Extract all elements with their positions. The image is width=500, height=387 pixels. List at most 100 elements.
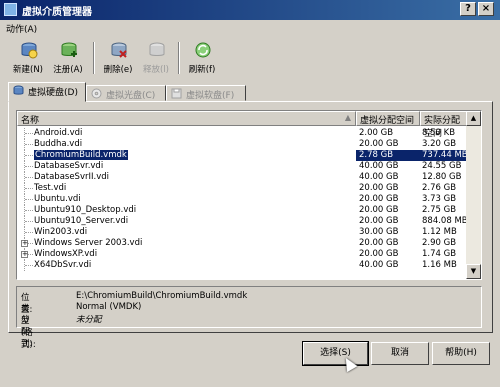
register-disk-icon — [61, 42, 77, 57]
cell-virtual-size: 30.00 GB — [359, 227, 399, 237]
cell-virtual-size: 20.00 GB — [359, 139, 399, 149]
cell-name-text: Windows Server 2003.vdi — [34, 238, 143, 248]
tree-line — [25, 144, 33, 145]
tree-line — [25, 177, 33, 178]
table-row[interactable]: Win2003.vdi 30.00 GB 1.12 MB — [17, 227, 481, 238]
cell-actual-size: 8.50 KB — [422, 128, 456, 138]
table-row[interactable]: DatabaseSvr.vdi 40.00 GB 24.55 GB — [17, 161, 481, 172]
hard-disk-list[interactable]: 名称 ▲ 虚拟分配空间 实际分配空间 Android.vdi 2.00 GB 8.5… — [16, 110, 482, 280]
cell-actual-size: 24.55 GB — [422, 161, 462, 171]
media-tabs: 虚拟硬盘(D) 虚拟光盘(C) 虚拟软盘(F) — [8, 82, 493, 102]
table-row[interactable]: Ubuntu910_Server.vdi 20.00 GB 884.08 MB — [17, 216, 481, 227]
table-row[interactable]: DatabaseSvrII.vdi 40.00 GB 12.80 GB — [17, 172, 481, 183]
cell-virtual-size: 20.00 GB — [359, 194, 399, 204]
app-icon — [4, 3, 17, 16]
cell-name: Ubuntu910_Server.vdi — [34, 216, 128, 227]
cell-name: X64DbSvr.vdi — [34, 260, 91, 271]
cell-name-text: Android.vdi — [34, 128, 83, 138]
tab-cd-label: 虚拟光盘(C) — [106, 91, 156, 101]
cell-virtual-size: 40.00 GB — [359, 172, 399, 182]
expand-icon[interactable]: + — [21, 240, 28, 247]
register-button[interactable]: 注册(A) — [48, 38, 88, 76]
cell-actual-size: 1.16 MB — [422, 260, 457, 270]
table-row[interactable]: + WindowsXP.vdi 20.00 GB 1.74 GB — [17, 249, 481, 260]
column-header-actual-size[interactable]: 实际分配空间 — [420, 111, 468, 139]
toolbar-separator — [178, 42, 180, 74]
cell-actual-size: 3.73 GB — [422, 194, 457, 204]
tree-line — [25, 210, 33, 211]
column-name-label: 名称 — [21, 116, 40, 126]
table-row[interactable]: Buddha.vdi 20.00 GB 3.20 GB — [17, 139, 481, 150]
cancel-button[interactable]: 取消 — [371, 342, 429, 365]
help-title-button[interactable]: ? — [460, 2, 476, 16]
column-header-name[interactable]: 名称 ▲ — [17, 111, 356, 126]
select-button[interactable]: 选择(S) — [302, 341, 369, 366]
new-label: 新建(N) — [13, 65, 43, 75]
tree-line — [25, 265, 33, 266]
cell-actual-size: 2.75 GB — [422, 205, 457, 215]
cell-actual-size: 2.90 GB — [422, 238, 457, 248]
cell-name-text: DatabaseSvr.vdi — [34, 161, 104, 171]
sort-ascending-icon: ▲ — [344, 113, 351, 122]
vertical-scrollbar[interactable]: ▲ ▼ — [466, 111, 481, 279]
cd-icon — [91, 88, 102, 99]
cell-actual-size: 1.12 MB — [422, 227, 457, 237]
toolbar: 新建(N) 注册(A) 删除(e) 释放(l) 刷新(f) — [0, 38, 500, 78]
cell-name: Buddha.vdi — [34, 139, 82, 150]
cell-actual-size: 737.44 MB — [420, 150, 468, 161]
disk-info-panel: 位置: E:\ChromiumBuild\ChromiumBuild.vmdk … — [16, 286, 482, 350]
column-header-virtual-size[interactable]: 虚拟分配空间 — [356, 111, 420, 126]
cell-virtual-size: 40.00 GB — [359, 161, 399, 171]
table-row[interactable]: Ubuntu910_Desktop.vdi 20.00 GB 2.75 GB — [17, 205, 481, 216]
help-button[interactable]: 帮助(H) — [432, 342, 490, 365]
cell-virtual-size: 20.00 GB — [359, 183, 399, 193]
attached-label: 分配到: — [21, 315, 33, 349]
cell-name-text: Win2003.vdi — [34, 227, 88, 237]
refresh-icon — [195, 42, 211, 58]
expand-icon[interactable]: + — [21, 251, 28, 258]
release-button[interactable]: 释放(l) — [136, 38, 176, 76]
menu-action[interactable]: 动作(A) — [6, 22, 37, 35]
cell-name: DatabaseSvrII.vdi — [34, 172, 109, 183]
cell-virtual-size: 40.00 GB — [359, 260, 399, 270]
table-row[interactable]: X64DbSvr.vdi 40.00 GB 1.16 MB — [17, 260, 481, 271]
floppy-icon — [171, 88, 182, 99]
scroll-down-icon[interactable]: ▼ — [466, 264, 481, 279]
tab-hard-disks[interactable]: 虚拟硬盘(D) — [8, 82, 86, 102]
toolbar-separator — [93, 42, 95, 74]
new-button[interactable]: 新建(N) — [8, 38, 48, 76]
cell-name-text: DatabaseSvrII.vdi — [34, 172, 109, 182]
tab-floppy[interactable]: 虚拟软盘(F) — [166, 85, 246, 101]
tree-line — [25, 232, 33, 233]
tab-cd[interactable]: 虚拟光盘(C) — [86, 85, 166, 101]
tree-line — [25, 133, 33, 134]
tree-line — [25, 199, 33, 200]
cell-actual-size: 884.08 MB — [422, 216, 468, 226]
tree-line — [25, 221, 33, 222]
release-label: 释放(l) — [143, 65, 169, 75]
delete-button[interactable]: 删除(e) — [98, 38, 138, 76]
register-label: 注册(A) — [53, 65, 83, 75]
tree-line — [25, 155, 33, 156]
table-row[interactable]: Ubuntu.vdi 20.00 GB 3.73 GB — [17, 194, 481, 205]
cell-actual-size: 1.74 GB — [422, 249, 457, 259]
cell-name: Test.vdi — [34, 183, 66, 194]
cell-name: Win2003.vdi — [34, 227, 87, 238]
tab-floppy-label: 虚拟软盘(F) — [186, 91, 235, 101]
cell-name-text: Buddha.vdi — [34, 139, 83, 149]
refresh-button[interactable]: 刷新(f) — [182, 38, 222, 76]
delete-label: 删除(e) — [103, 65, 133, 75]
title-bar[interactable]: 虚拟介质管理器 ? × — [0, 0, 500, 20]
table-row[interactable]: ChromiumBuild.vmdk 2.78 GB 737.44 MB — [17, 150, 481, 161]
cell-name: Windows Server 2003.vdi — [34, 238, 142, 249]
table-row[interactable]: Android.vdi 2.00 GB 8.50 KB — [17, 128, 481, 139]
cell-virtual-size: 20.00 GB — [359, 216, 399, 226]
table-row[interactable]: + Windows Server 2003.vdi 20.00 GB 2.90 GB — [17, 238, 481, 249]
cell-name: DatabaseSvr.vdi — [34, 161, 103, 172]
cell-name-text: Ubuntu910_Server.vdi — [34, 216, 129, 226]
scroll-up-icon[interactable]: ▲ — [466, 111, 481, 126]
menu-bar: 动作(A) — [0, 20, 500, 37]
cell-virtual-size: 2.00 GB — [359, 128, 394, 138]
table-row[interactable]: Test.vdi 20.00 GB 2.76 GB — [17, 183, 481, 194]
close-button[interactable]: × — [478, 2, 494, 16]
